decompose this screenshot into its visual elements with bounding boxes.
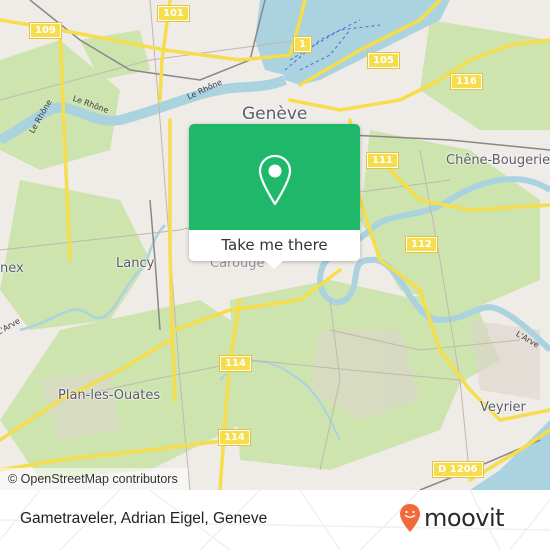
road-shield-116: 116: [450, 73, 483, 90]
map-attribution[interactable]: © OpenStreetMap contributors: [0, 468, 188, 490]
road-shield-112: 112: [405, 236, 438, 253]
place-label-geneve: Genève: [242, 104, 308, 124]
popup-pointer: [264, 260, 284, 269]
road-shield-101: 101: [157, 5, 190, 22]
map[interactable]: 101 109 1 105 116 111 112 114 114 D 1206…: [0, 0, 550, 490]
place-label-plan-les-ouates: Plan-les-Ouates: [58, 388, 161, 403]
place-label-onex: nex: [0, 261, 24, 276]
moovit-logo[interactable]: moovit: [399, 503, 505, 533]
take-me-there-button[interactable]: Take me there: [189, 230, 360, 260]
moovit-wordmark: moovit: [424, 504, 505, 532]
moovit-pin-icon: [400, 504, 420, 532]
place-label-chene-bougerie: Chêne-Bougerie: [446, 153, 550, 168]
road-shield-109: 109: [29, 22, 62, 39]
road-shield-d1206: D 1206: [432, 461, 484, 478]
road-shield-114-south: 114: [218, 429, 251, 446]
location-title: Gametraveler, Adrian Eigel, Geneve: [20, 510, 268, 527]
road-shield-114: 114: [219, 355, 252, 372]
place-label-lancy: Lancy: [116, 256, 155, 271]
popup-footer: Take me there: [189, 230, 360, 261]
road-shield-111: 111: [366, 152, 399, 169]
place-label-veyrier: Veyrier: [480, 400, 526, 415]
road-shield-105: 105: [367, 52, 400, 69]
popup-header: [189, 124, 360, 230]
road-shield-1: 1: [293, 36, 312, 53]
footer-bar: Gametraveler, Adrian Eigel, Geneve moovi…: [0, 490, 550, 550]
location-popup: Take me there: [189, 124, 360, 269]
map-pin-icon: [258, 154, 292, 206]
